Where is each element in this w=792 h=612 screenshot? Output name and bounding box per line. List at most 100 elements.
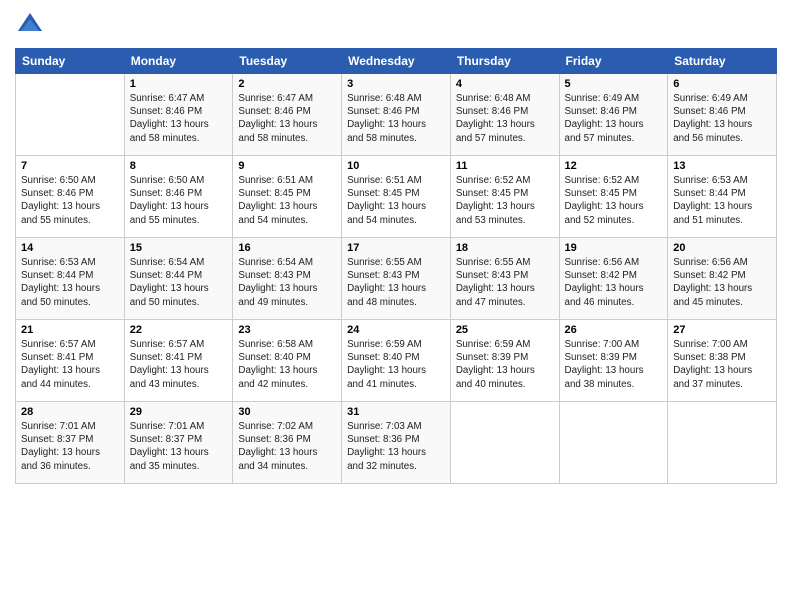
day-number: 24	[347, 324, 445, 336]
day-number: 15	[130, 242, 228, 254]
day-number: 28	[21, 406, 119, 418]
col-header-wednesday: Wednesday	[342, 49, 451, 74]
day-number: 5	[565, 78, 663, 90]
day-info: Sunrise: 6:59 AM Sunset: 8:39 PM Dayligh…	[456, 338, 554, 391]
day-info: Sunrise: 6:48 AM Sunset: 8:46 PM Dayligh…	[347, 92, 445, 145]
day-info: Sunrise: 7:01 AM Sunset: 8:37 PM Dayligh…	[21, 420, 119, 473]
day-cell	[16, 74, 125, 156]
day-number: 12	[565, 160, 663, 172]
day-cell: 9Sunrise: 6:51 AM Sunset: 8:45 PM Daylig…	[233, 156, 342, 238]
day-number: 1	[130, 78, 228, 90]
col-header-saturday: Saturday	[668, 49, 777, 74]
day-info: Sunrise: 6:58 AM Sunset: 8:40 PM Dayligh…	[238, 338, 336, 391]
day-number: 21	[21, 324, 119, 336]
day-cell: 20 Sunrise: 6:56 AM Sunset: 8:42 PM Dayli…	[668, 238, 777, 320]
day-number: 17	[347, 242, 445, 254]
day-cell: 29Sunrise: 7:01 AM Sunset: 8:37 PM Dayli…	[124, 402, 233, 484]
day-number: 9	[238, 160, 336, 172]
week-row-5: 28 Sunrise: 7:01 AM Sunset: 8:37 PM Dayli…	[16, 402, 777, 484]
day-info: Sunrise: 6:54 AM Sunset: 8:43 PM Dayligh…	[238, 256, 336, 309]
header-row: SundayMondayTuesdayWednesdayThursdayFrid…	[16, 49, 777, 74]
day-cell: 17 Sunrise: 6:55 AM Sunset: 8:43 PM Dayli…	[342, 238, 451, 320]
day-number: 20	[673, 242, 771, 254]
day-number: 14	[21, 242, 119, 254]
day-info: Sunrise: 7:02 AM Sunset: 8:36 PM Dayligh…	[238, 420, 336, 473]
day-cell: 31 Sunrise: 7:03 AM Sunset: 8:36 PM Dayli…	[342, 402, 451, 484]
day-number: 16	[238, 242, 336, 254]
day-info: Sunrise: 6:52 AM Sunset: 8:45 PM Dayligh…	[456, 174, 554, 227]
col-header-tuesday: Tuesday	[233, 49, 342, 74]
day-cell: 27 Sunrise: 7:00 AM Sunset: 8:38 PM Dayli…	[668, 320, 777, 402]
day-cell: 3 Sunrise: 6:48 AM Sunset: 8:46 PM Daylig…	[342, 74, 451, 156]
day-number: 8	[130, 160, 228, 172]
week-row-2: 7Sunrise: 6:50 AM Sunset: 8:46 PM Daylig…	[16, 156, 777, 238]
day-number: 2	[238, 78, 336, 90]
calendar-table: SundayMondayTuesdayWednesdayThursdayFrid…	[15, 48, 777, 484]
day-cell: 25 Sunrise: 6:59 AM Sunset: 8:39 PM Dayli…	[450, 320, 559, 402]
day-cell: 13 Sunrise: 6:53 AM Sunset: 8:44 PM Dayli…	[668, 156, 777, 238]
day-info: Sunrise: 6:55 AM Sunset: 8:43 PM Dayligh…	[456, 256, 554, 309]
day-number: 3	[347, 78, 445, 90]
day-cell: 14 Sunrise: 6:53 AM Sunset: 8:44 PM Dayli…	[16, 238, 125, 320]
day-info: Sunrise: 6:49 AM Sunset: 8:46 PM Dayligh…	[673, 92, 771, 145]
day-info: Sunrise: 7:03 AM Sunset: 8:36 PM Dayligh…	[347, 420, 445, 473]
day-info: Sunrise: 6:55 AM Sunset: 8:43 PM Dayligh…	[347, 256, 445, 309]
day-info: Sunrise: 6:53 AM Sunset: 8:44 PM Dayligh…	[21, 256, 119, 309]
week-row-3: 14 Sunrise: 6:53 AM Sunset: 8:44 PM Dayli…	[16, 238, 777, 320]
day-number: 25	[456, 324, 554, 336]
day-info: Sunrise: 6:51 AM Sunset: 8:45 PM Dayligh…	[347, 174, 445, 227]
day-cell: 16 Sunrise: 6:54 AM Sunset: 8:43 PM Dayli…	[233, 238, 342, 320]
day-info: Sunrise: 6:50 AM Sunset: 8:46 PM Dayligh…	[130, 174, 228, 227]
day-cell: 6 Sunrise: 6:49 AM Sunset: 8:46 PM Daylig…	[668, 74, 777, 156]
day-cell: 19Sunrise: 6:56 AM Sunset: 8:42 PM Dayli…	[559, 238, 668, 320]
day-cell: 22 Sunrise: 6:57 AM Sunset: 8:41 PM Dayli…	[124, 320, 233, 402]
day-info: Sunrise: 7:00 AM Sunset: 8:38 PM Dayligh…	[673, 338, 771, 391]
logo	[15, 10, 49, 40]
col-header-monday: Monday	[124, 49, 233, 74]
day-number: 31	[347, 406, 445, 418]
day-number: 11	[456, 160, 554, 172]
day-cell: 5 Sunrise: 6:49 AM Sunset: 8:46 PM Daylig…	[559, 74, 668, 156]
day-number: 19	[565, 242, 663, 254]
day-cell: 23 Sunrise: 6:58 AM Sunset: 8:40 PM Dayli…	[233, 320, 342, 402]
day-number: 22	[130, 324, 228, 336]
day-info: Sunrise: 6:53 AM Sunset: 8:44 PM Dayligh…	[673, 174, 771, 227]
page: SundayMondayTuesdayWednesdayThursdayFrid…	[0, 0, 792, 612]
day-cell	[450, 402, 559, 484]
day-info: Sunrise: 6:56 AM Sunset: 8:42 PM Dayligh…	[673, 256, 771, 309]
day-cell: 10Sunrise: 6:51 AM Sunset: 8:45 PM Dayli…	[342, 156, 451, 238]
day-cell: 21 Sunrise: 6:57 AM Sunset: 8:41 PM Dayli…	[16, 320, 125, 402]
day-info: Sunrise: 6:48 AM Sunset: 8:46 PM Dayligh…	[456, 92, 554, 145]
day-cell: 4 Sunrise: 6:48 AM Sunset: 8:46 PM Daylig…	[450, 74, 559, 156]
day-info: Sunrise: 6:50 AM Sunset: 8:46 PM Dayligh…	[21, 174, 119, 227]
day-number: 4	[456, 78, 554, 90]
day-info: Sunrise: 6:54 AM Sunset: 8:44 PM Dayligh…	[130, 256, 228, 309]
col-header-sunday: Sunday	[16, 49, 125, 74]
day-number: 6	[673, 78, 771, 90]
logo-icon	[15, 10, 45, 40]
week-row-1: 1 Sunrise: 6:47 AM Sunset: 8:46 PM Daylig…	[16, 74, 777, 156]
day-info: Sunrise: 6:57 AM Sunset: 8:41 PM Dayligh…	[21, 338, 119, 391]
day-cell: 24Sunrise: 6:59 AM Sunset: 8:40 PM Dayli…	[342, 320, 451, 402]
day-cell: 12Sunrise: 6:52 AM Sunset: 8:45 PM Dayli…	[559, 156, 668, 238]
day-number: 26	[565, 324, 663, 336]
day-number: 27	[673, 324, 771, 336]
day-cell: 15 Sunrise: 6:54 AM Sunset: 8:44 PM Dayli…	[124, 238, 233, 320]
day-number: 18	[456, 242, 554, 254]
day-info: Sunrise: 6:49 AM Sunset: 8:46 PM Dayligh…	[565, 92, 663, 145]
day-info: Sunrise: 7:00 AM Sunset: 8:39 PM Dayligh…	[565, 338, 663, 391]
day-cell: 8 Sunrise: 6:50 AM Sunset: 8:46 PM Daylig…	[124, 156, 233, 238]
day-info: Sunrise: 6:57 AM Sunset: 8:41 PM Dayligh…	[130, 338, 228, 391]
day-info: Sunrise: 6:47 AM Sunset: 8:46 PM Dayligh…	[130, 92, 228, 145]
day-cell: 11 Sunrise: 6:52 AM Sunset: 8:45 PM Dayli…	[450, 156, 559, 238]
day-cell: 1 Sunrise: 6:47 AM Sunset: 8:46 PM Daylig…	[124, 74, 233, 156]
day-number: 30	[238, 406, 336, 418]
day-number: 23	[238, 324, 336, 336]
day-number: 13	[673, 160, 771, 172]
day-cell	[559, 402, 668, 484]
day-cell: 18 Sunrise: 6:55 AM Sunset: 8:43 PM Dayli…	[450, 238, 559, 320]
day-cell: 28 Sunrise: 7:01 AM Sunset: 8:37 PM Dayli…	[16, 402, 125, 484]
col-header-thursday: Thursday	[450, 49, 559, 74]
col-header-friday: Friday	[559, 49, 668, 74]
day-cell	[668, 402, 777, 484]
